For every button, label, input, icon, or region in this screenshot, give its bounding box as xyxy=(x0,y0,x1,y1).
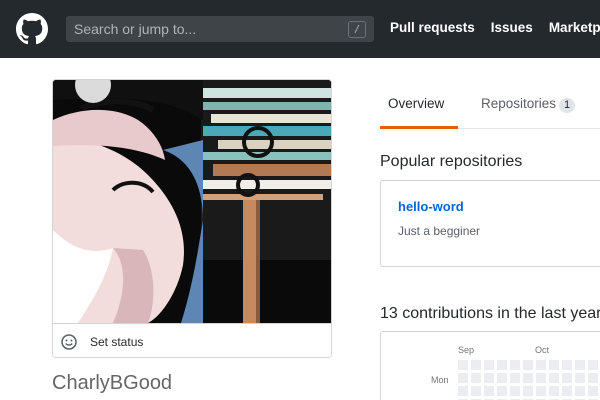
active-tab-underline xyxy=(380,126,458,129)
contribution-cell[interactable] xyxy=(536,373,546,383)
search-input[interactable] xyxy=(66,16,374,42)
tab-overview[interactable]: Overview xyxy=(388,96,444,111)
avatar[interactable] xyxy=(53,80,332,323)
month-label-oct: Oct xyxy=(535,345,550,355)
repo-name-link[interactable]: hello-word xyxy=(398,199,464,214)
contribution-cell[interactable] xyxy=(588,386,598,396)
profile-tabs: Overview Repositories 1 xyxy=(380,80,600,129)
contributions-heading: 13 contributions in the last year xyxy=(380,305,600,322)
contribution-cell[interactable] xyxy=(484,386,494,396)
contribution-cell[interactable] xyxy=(575,373,585,383)
tab-repositories-label: Repositories xyxy=(481,96,557,111)
smiley-icon xyxy=(61,333,77,350)
contribution-cell[interactable] xyxy=(523,373,533,383)
nav-marketplace[interactable]: Marketplace xyxy=(549,20,600,35)
pinned-repo-card: hello-word Just a begginer xyxy=(380,180,600,267)
contribution-cell[interactable] xyxy=(471,386,481,396)
contribution-cell[interactable] xyxy=(497,360,507,370)
set-status-button[interactable]: Set status xyxy=(53,323,331,357)
contribution-cell[interactable] xyxy=(562,373,572,383)
contribution-cell[interactable] xyxy=(549,360,559,370)
contribution-graph: Sep Oct Mon xyxy=(380,331,600,400)
contribution-cell[interactable] xyxy=(536,360,546,370)
contribution-cell[interactable] xyxy=(562,386,572,396)
contribution-cell[interactable] xyxy=(510,386,520,396)
search-box[interactable]: / xyxy=(66,16,374,42)
tab-repositories[interactable]: Repositories 1 xyxy=(481,96,576,113)
contribution-cell[interactable] xyxy=(510,360,520,370)
contribution-cell[interactable] xyxy=(575,360,585,370)
contribution-cell[interactable] xyxy=(497,386,507,396)
contribution-cell[interactable] xyxy=(471,360,481,370)
contribution-cell[interactable] xyxy=(458,373,468,383)
contribution-cell[interactable] xyxy=(575,386,585,396)
repositories-counter-badge: 1 xyxy=(559,98,576,113)
day-label-mon: Mon xyxy=(431,375,449,385)
contribution-cell[interactable] xyxy=(458,386,468,396)
set-status-label: Set status xyxy=(90,334,144,349)
month-label-sep: Sep xyxy=(458,345,475,355)
contribution-cell[interactable] xyxy=(588,373,598,383)
repo-description: Just a begginer xyxy=(398,224,481,238)
contribution-cells xyxy=(458,360,598,400)
contribution-cell[interactable] xyxy=(484,360,494,370)
contribution-cell[interactable] xyxy=(536,386,546,396)
github-logo-icon[interactable] xyxy=(16,13,48,45)
nav-issues[interactable]: Issues xyxy=(491,20,533,35)
search-shortcut-key: / xyxy=(348,21,366,38)
header-nav: Pull requests Issues Marketplace xyxy=(390,20,600,35)
profile-avatar-card: Set status xyxy=(52,79,332,358)
contribution-cell[interactable] xyxy=(484,373,494,383)
contribution-cell[interactable] xyxy=(510,373,520,383)
contribution-cell[interactable] xyxy=(562,360,572,370)
contribution-cell[interactable] xyxy=(588,360,598,370)
popular-repositories-heading: Popular repositories xyxy=(380,153,523,170)
global-header: / Pull requests Issues Marketplace xyxy=(0,0,600,58)
profile-username: CharlyBGood xyxy=(52,372,173,394)
contribution-cell[interactable] xyxy=(523,386,533,396)
contribution-cell[interactable] xyxy=(497,373,507,383)
contribution-cell[interactable] xyxy=(458,360,468,370)
contribution-cell[interactable] xyxy=(549,386,559,396)
nav-pull-requests[interactable]: Pull requests xyxy=(390,20,475,35)
contribution-cell[interactable] xyxy=(549,373,559,383)
contribution-cell[interactable] xyxy=(523,360,533,370)
contribution-cell[interactable] xyxy=(471,373,481,383)
